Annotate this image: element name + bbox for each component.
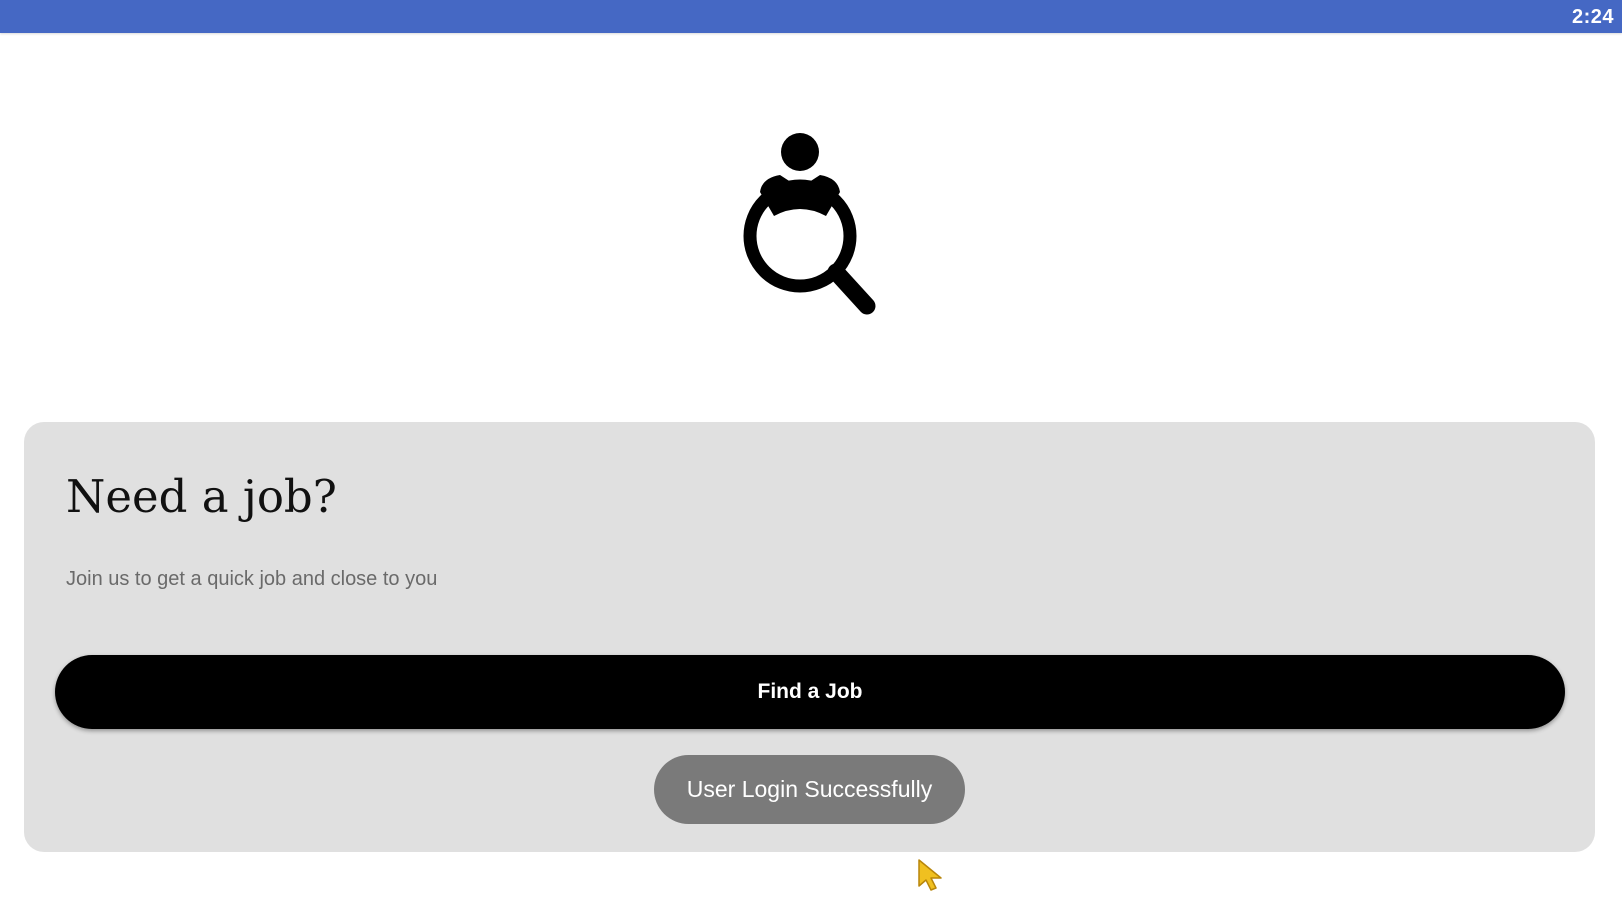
- card-subtitle: Join us to get a quick job and close to …: [66, 568, 438, 590]
- find-job-button[interactable]: Find a Job: [55, 655, 1565, 729]
- mouse-pointer-icon: [918, 859, 942, 891]
- login-success-toast: User Login Successfully: [654, 755, 965, 824]
- card-title: Need a job?: [66, 470, 337, 523]
- job-search-logo-icon: [743, 133, 876, 315]
- app-screen: 2:24 Need a job? Join us to get a quick …: [0, 0, 1622, 912]
- status-bar: 2:24: [0, 0, 1622, 33]
- status-time: 2:24: [1571, 6, 1614, 28]
- toast-message: User Login Successfully: [686, 776, 933, 802]
- job-card: Need a job? Join us to get a quick job a…: [24, 422, 1595, 852]
